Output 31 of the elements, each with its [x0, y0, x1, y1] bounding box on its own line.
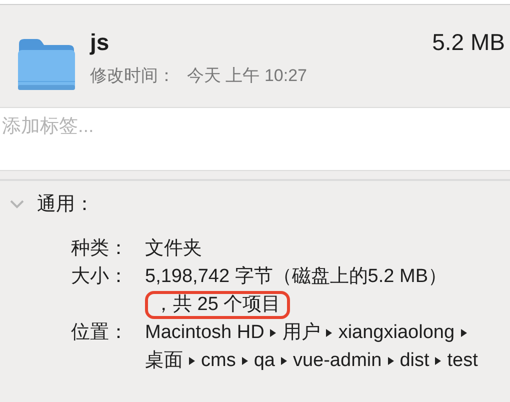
path-separator-icon — [435, 356, 442, 365]
field-label: 位置： — [70, 321, 128, 345]
path-item[interactable]: 桌面 — [145, 350, 183, 371]
field-label: 种类： — [70, 237, 128, 261]
file-size: 5.2 MB — [432, 29, 505, 56]
tags-field[interactable]: 添加标签... — [0, 107, 510, 171]
path-item[interactable]: 用户 — [282, 322, 320, 343]
highlighted-text: ，共 25 个项目 — [145, 291, 290, 319]
path-separator-icon — [270, 328, 276, 337]
path-separator-icon — [242, 356, 248, 365]
chevron-icon[interactable] — [10, 199, 24, 209]
path-item[interactable]: cms — [201, 350, 236, 371]
modified-value: 今天 上午 10:27 — [187, 65, 307, 87]
path-separator-icon — [326, 328, 332, 337]
path-item[interactable]: vue-admin — [292, 350, 382, 371]
section-title: 通用： — [37, 193, 94, 217]
path-item[interactable]: qa — [254, 350, 275, 371]
modified-label: 修改时间： — [90, 65, 175, 87]
path-item[interactable]: Macintosh HD — [145, 322, 264, 343]
file-name: js — [90, 29, 110, 56]
path-item[interactable]: xiangxiaolong — [338, 322, 455, 343]
path-item[interactable]: dist — [400, 350, 430, 371]
field-value: 5,198,742 字节（磁盘上的5.2 MB） — [145, 266, 447, 287]
field-label: 大小： — [70, 265, 128, 289]
field-value: 文件夹 — [145, 238, 202, 259]
path-separator-icon — [280, 356, 287, 365]
path-separator-icon — [189, 356, 195, 365]
path-separator-icon — [388, 356, 394, 365]
folder-icon — [17, 38, 75, 90]
path-separator-icon — [460, 328, 467, 337]
path-item[interactable]: test — [447, 350, 478, 371]
